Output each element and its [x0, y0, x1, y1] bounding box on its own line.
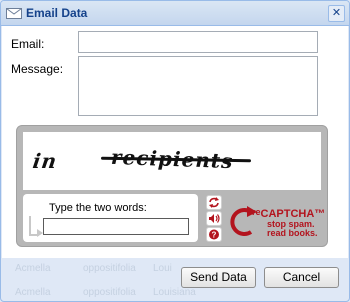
email-data-dialog: Email Data ✕ Email: Message: in recipien…	[0, 0, 350, 302]
close-icon: ✕	[331, 7, 342, 19]
background-text: oppositifolia	[83, 287, 136, 298]
captcha-image: in recipients	[23, 132, 321, 190]
refresh-icon	[209, 197, 219, 208]
background-text: Louisiana	[153, 287, 196, 298]
captcha-word-1: in	[31, 149, 59, 173]
dialog-title: Email Data	[26, 6, 88, 20]
recaptcha-tagline: stop spam. read books.	[267, 219, 318, 238]
recaptcha-logo: reCAPTCHA™ stop spam. read books.	[230, 200, 327, 244]
email-field[interactable]	[78, 31, 318, 53]
audio-icon	[209, 214, 220, 223]
background-text: oppositifolia	[83, 263, 136, 274]
svg-text:?: ?	[212, 231, 217, 240]
captcha-prompt: Type the two words:	[49, 202, 147, 214]
background-text: Acmella	[15, 263, 51, 274]
captcha-audio-button[interactable]	[206, 211, 222, 226]
message-field[interactable]	[78, 56, 318, 116]
cancel-button[interactable]: Cancel	[264, 267, 339, 288]
email-label: Email:	[11, 37, 45, 51]
send-data-button[interactable]: Send Data	[181, 267, 256, 288]
background-text: Loui	[153, 263, 172, 274]
captcha-response-input[interactable]	[43, 218, 189, 235]
captcha-response-box: Type the two words:	[23, 194, 198, 242]
message-label: Message:	[11, 62, 64, 76]
background-text: Acmella	[15, 287, 51, 298]
envelope-icon	[6, 6, 22, 20]
help-icon: ?	[209, 229, 219, 240]
close-button[interactable]: ✕	[328, 5, 345, 22]
recaptcha-widget: in recipients Type the two words: ? reCA…	[16, 125, 328, 247]
captcha-refresh-button[interactable]	[206, 195, 222, 210]
dialog-titlebar[interactable]: Email Data ✕	[1, 1, 349, 26]
captcha-help-button[interactable]: ?	[206, 227, 222, 242]
